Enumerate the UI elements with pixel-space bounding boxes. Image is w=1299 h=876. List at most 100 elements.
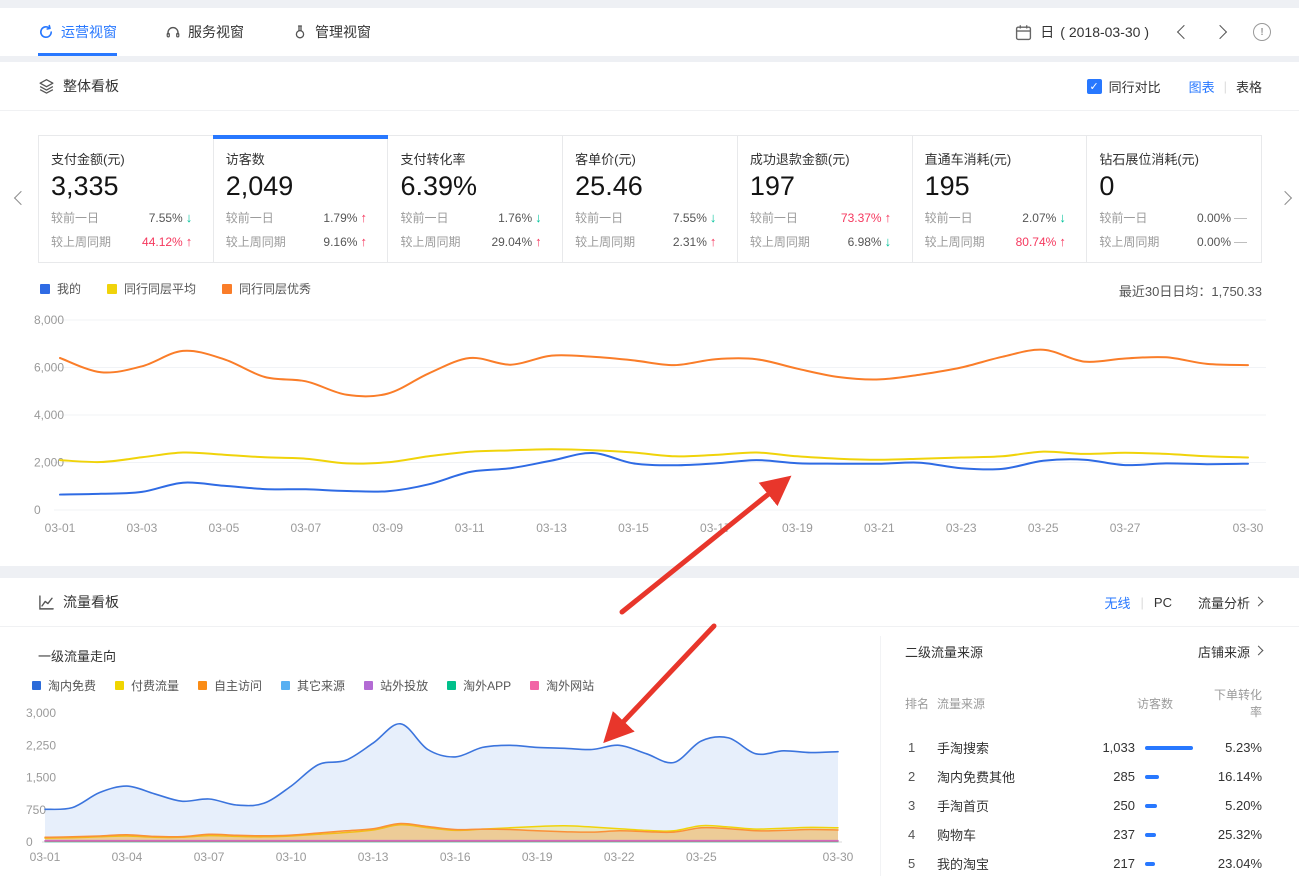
svg-text:03-05: 03-05 — [209, 521, 240, 535]
legend-item-peer-best[interactable]: 同行同层优秀 — [222, 280, 311, 297]
table-row[interactable]: 2 淘内免费其他 285 16.14% — [905, 762, 1262, 791]
traffic-panel-title: 流量看板 — [63, 592, 119, 612]
svg-text:03-07: 03-07 — [194, 850, 225, 864]
compare-label: 较前一日 — [226, 209, 274, 226]
svg-text:03-16: 03-16 — [440, 850, 471, 864]
trend-arrow-icon: ↑ — [360, 210, 375, 225]
row-visitors: 237 — [1069, 827, 1135, 842]
metric-value: 195 — [925, 171, 1075, 202]
svg-text:03-17: 03-17 — [700, 521, 731, 535]
svg-text:03-23: 03-23 — [946, 521, 977, 535]
legend-label: 同行同层平均 — [124, 280, 196, 297]
calendar-icon[interactable] — [1015, 24, 1032, 41]
legend-swatch — [32, 681, 41, 690]
peer-compare-label: 同行对比 — [1109, 77, 1161, 96]
legend-label: 淘外网站 — [546, 677, 594, 694]
legend-item-other[interactable]: 其它来源 — [281, 677, 345, 694]
vertical-divider — [880, 636, 881, 876]
date-controls: 日 ( 2018-03-30 ) ! — [1015, 8, 1271, 56]
legend-label: 淘内免费 — [48, 677, 96, 694]
date-granularity[interactable]: 日 — [1040, 22, 1054, 42]
tab-separator: | — [1141, 595, 1144, 610]
compare-label: 较上周同期 — [51, 233, 111, 250]
metric-card-ztc[interactable]: 直通车消耗(元) 195 较前一日2.07%↓ 较上周同期80.74%↑ — [913, 136, 1088, 262]
metric-card-refund[interactable]: 成功退款金额(元) 197 较前一日73.37%↑ 较上周同期6.98%↓ — [738, 136, 913, 262]
visitors-bar — [1145, 746, 1193, 750]
legend-item-peer-avg[interactable]: 同行同层平均 — [107, 280, 196, 297]
traffic-controls: 无线 | PC 流量分析 — [1105, 593, 1262, 612]
svg-text:03-01: 03-01 — [45, 521, 76, 535]
next-day-button[interactable] — [1215, 27, 1225, 37]
legend-item-taowai-web[interactable]: 淘外网站 — [530, 677, 594, 694]
tab-label: 服务视窗 — [188, 22, 244, 42]
view-separator: | — [1224, 79, 1227, 94]
row-conversion: 23.04% — [1207, 856, 1262, 871]
row-conversion: 5.20% — [1207, 798, 1262, 813]
compare-value: 73.37% — [841, 211, 882, 225]
metric-card-aov[interactable]: 客单价(元) 25.46 较前一日7.55%↓ 较上周同期2.31%↑ — [563, 136, 738, 262]
peer-compare-checkbox[interactable]: ✓ — [1087, 79, 1102, 94]
compare-value: 0.00% — [1197, 235, 1231, 249]
shop-source-link[interactable]: 店铺来源 — [1198, 642, 1262, 661]
tab-label: 管理视窗 — [315, 22, 371, 42]
view-chart-toggle[interactable]: 图表 — [1189, 77, 1215, 96]
traffic-analysis-link[interactable]: 流量分析 — [1198, 593, 1262, 612]
legend-swatch — [447, 681, 456, 690]
cards-scroll-right-button[interactable] — [1280, 190, 1290, 208]
tab-operation-view[interactable]: 运营视窗 — [38, 8, 117, 56]
metric-card-visitors[interactable]: 访客数 2,049 较前一日1.79%↑ 较上周同期9.16%↑ — [214, 136, 389, 262]
legend-item-paid[interactable]: 付费流量 — [115, 677, 179, 694]
col-visitors: 访客数 — [1069, 695, 1207, 712]
row-conversion: 5.23% — [1207, 740, 1262, 755]
tab-pc[interactable]: PC — [1154, 595, 1172, 610]
legend-label: 我的 — [57, 280, 81, 297]
compare-label: 较前一日 — [925, 209, 973, 226]
svg-text:2,250: 2,250 — [26, 738, 56, 752]
visitors-bar — [1145, 833, 1156, 837]
view-table-toggle[interactable]: 表格 — [1236, 77, 1262, 96]
metric-card-payment[interactable]: 支付金额(元) 3,335 较前一日7.55%↓ 较上周同期44.12%↑ — [39, 136, 214, 262]
overview-panel-title: 整体看板 — [63, 76, 119, 96]
svg-text:03-13: 03-13 — [358, 850, 389, 864]
selected-date[interactable]: ( 2018-03-30 ) — [1060, 24, 1149, 40]
tab-management-view[interactable]: 管理视窗 — [292, 8, 371, 56]
svg-text:03-15: 03-15 — [618, 521, 649, 535]
metric-card-conversion[interactable]: 支付转化率 6.39% 较前一日1.76%↓ 较上周同期29.04%↑ — [388, 136, 563, 262]
trend-arrow-icon: ↓ — [1059, 210, 1074, 225]
legend-item-taowai-app[interactable]: 淘外APP — [447, 677, 511, 694]
table-row[interactable]: 5 我的淘宝 217 23.04% — [905, 849, 1262, 876]
metric-value: 197 — [750, 171, 900, 202]
metric-value: 2,049 — [226, 171, 376, 202]
legend-item-direct[interactable]: 自主访问 — [198, 677, 262, 694]
compare-label: 较上周同期 — [750, 233, 810, 250]
table-row[interactable]: 1 手淘搜索 1,033 5.23% — [905, 733, 1262, 762]
row-rank: 1 — [905, 740, 937, 755]
legend-item-offsite[interactable]: 站外投放 — [364, 677, 428, 694]
traffic-chart-legend: 淘内免费 付费流量 自主访问 其它来源 站外投放 淘外APP 淘外网站 — [32, 677, 613, 694]
svg-text:03-10: 03-10 — [276, 850, 307, 864]
metric-card-diamond[interactable]: 钻石展位消耗(元) 0 较前一日0.00%— 较上周同期0.00%— — [1087, 136, 1261, 262]
cards-scroll-left-button[interactable] — [16, 190, 26, 208]
svg-text:8,000: 8,000 — [34, 313, 64, 327]
table-row[interactable]: 4 购物车 237 25.32% — [905, 820, 1262, 849]
metric-value: 0 — [1099, 171, 1249, 202]
compare-value: 29.04% — [491, 235, 532, 249]
legend-item-mine[interactable]: 我的 — [40, 280, 81, 297]
table-row[interactable]: 3 手淘首页 250 5.20% — [905, 791, 1262, 820]
tab-wireless[interactable]: 无线 — [1105, 593, 1131, 612]
metric-value: 6.39% — [400, 171, 550, 202]
metric-title: 支付金额(元) — [51, 149, 201, 168]
metric-cards-row: 支付金额(元) 3,335 较前一日7.55%↓ 较上周同期44.12%↑ 访客… — [38, 135, 1262, 263]
prev-day-button[interactable] — [1179, 27, 1189, 37]
col-source: 流量来源 — [937, 695, 1069, 712]
visitors-trend-line-chart: 8,0006,0004,0002,000003-0103-0303-0503-0… — [28, 310, 1272, 550]
svg-text:03-19: 03-19 — [522, 850, 553, 864]
top-navigation-bar: 运营视窗 服务视窗 管理视窗 日 ( 2018-03-30 ) ! — [0, 8, 1299, 56]
info-icon[interactable]: ! — [1253, 23, 1271, 41]
row-rank: 2 — [905, 769, 937, 784]
compare-label: 较上周同期 — [400, 233, 460, 250]
legend-item-taonei-free[interactable]: 淘内免费 — [32, 677, 96, 694]
visitors-bar — [1145, 862, 1155, 866]
compare-value: 7.55% — [149, 211, 183, 225]
tab-service-view[interactable]: 服务视窗 — [165, 8, 244, 56]
